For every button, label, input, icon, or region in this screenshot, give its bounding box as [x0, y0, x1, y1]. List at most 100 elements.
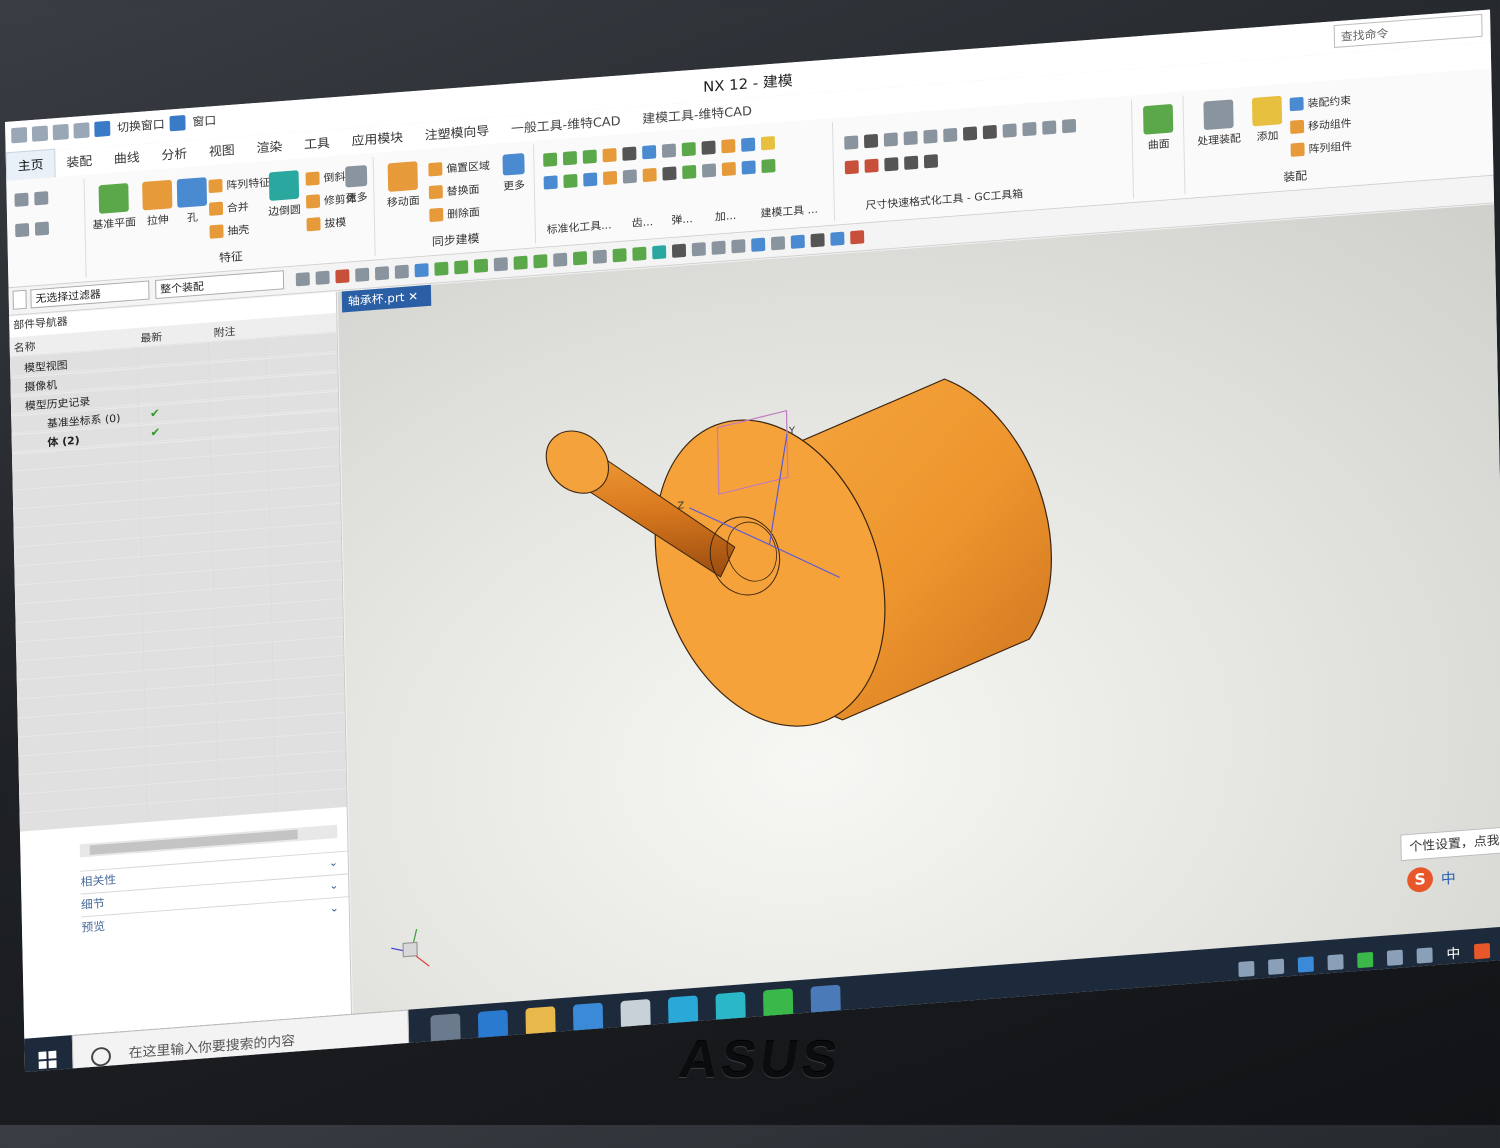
- model-tools-button[interactable]: 建模工具 ...: [760, 201, 818, 221]
- windows-start-icon[interactable]: [38, 1051, 56, 1069]
- file-explorer-icon[interactable]: [525, 1006, 555, 1037]
- snap-icon[interactable]: [533, 254, 547, 268]
- dimension-icon[interactable]: [844, 135, 858, 149]
- battery-icon[interactable]: [1387, 950, 1403, 966]
- dimension-icon[interactable]: [1022, 122, 1036, 136]
- snap-icon[interactable]: [454, 260, 468, 274]
- column-latest[interactable]: 最新: [140, 329, 162, 346]
- snap-icon[interactable]: [731, 239, 745, 253]
- dimension-icon[interactable]: [864, 134, 878, 148]
- snap-icon[interactable]: [593, 250, 607, 264]
- snap-icon[interactable]: [355, 268, 369, 282]
- people-icon[interactable]: [1238, 961, 1254, 977]
- tool-icon[interactable]: [544, 175, 558, 189]
- feature-more-button[interactable]: 更多: [341, 165, 372, 206]
- tool-icon[interactable]: [563, 174, 577, 188]
- dimension-icon[interactable]: [963, 126, 977, 140]
- tool-icon[interactable]: [583, 172, 597, 186]
- tool-icon[interactable]: [721, 139, 735, 153]
- snap-icon[interactable]: [771, 236, 785, 250]
- snap-icon[interactable]: [395, 265, 409, 279]
- snap-icon[interactable]: [375, 266, 389, 280]
- mail-icon[interactable]: [620, 999, 650, 1030]
- snap-icon[interactable]: [474, 259, 488, 273]
- rectangle-icon[interactable]: [14, 193, 28, 207]
- close-icon[interactable]: ✕: [408, 290, 418, 304]
- selection-filter-select[interactable]: 无选择过滤器: [30, 280, 149, 308]
- snap-icon[interactable]: [692, 242, 706, 256]
- tool-icon[interactable]: [642, 145, 656, 159]
- snap-icon[interactable]: [296, 272, 310, 286]
- bearing-cup-body[interactable]: [613, 368, 1055, 768]
- store-icon[interactable]: [573, 1003, 603, 1034]
- chevron-down-icon[interactable]: ⌄: [329, 875, 339, 897]
- input-language[interactable]: 中: [1446, 943, 1460, 963]
- tool-icon[interactable]: [662, 144, 676, 158]
- snap-icon[interactable]: [811, 233, 825, 247]
- snap-icon[interactable]: [672, 244, 686, 258]
- move-component-button[interactable]: 移动组件: [1290, 115, 1352, 135]
- tool-icon[interactable]: [662, 166, 676, 180]
- tool-icon[interactable]: [741, 138, 755, 152]
- snap-icon[interactable]: [850, 230, 864, 244]
- shell-button[interactable]: 抽壳: [209, 222, 249, 240]
- tool-icon[interactable]: [761, 136, 775, 150]
- edge-icon[interactable]: [478, 1010, 508, 1041]
- snap-icon[interactable]: [494, 257, 508, 271]
- dimension-icon[interactable]: [923, 129, 937, 143]
- app-tray-icon[interactable]: [1357, 952, 1373, 968]
- chevron-down-icon[interactable]: ⌄: [329, 852, 339, 874]
- tool-icon[interactable]: [622, 147, 636, 161]
- extrude-button[interactable]: 拉伸: [139, 180, 176, 229]
- tool-icon[interactable]: [742, 160, 756, 174]
- tool-icon[interactable]: [761, 159, 775, 173]
- dimension-icon[interactable]: [884, 132, 898, 146]
- datum-plane-button[interactable]: 基准平面: [92, 183, 137, 233]
- draft-button[interactable]: 拔模: [306, 214, 346, 232]
- snap-icon[interactable]: [830, 232, 844, 246]
- process-assembly-button[interactable]: 处理装配: [1191, 98, 1247, 149]
- snap-icon[interactable]: [632, 247, 646, 261]
- iqiyi-icon[interactable]: [763, 988, 793, 1019]
- dimension-icon[interactable]: [1042, 120, 1056, 134]
- browser-icon[interactable]: [715, 992, 745, 1023]
- offset-region-button[interactable]: 偏置区域: [428, 158, 490, 178]
- chevron-down-icon[interactable]: ⌄: [330, 898, 340, 920]
- menu-dropdown[interactable]: [13, 290, 27, 310]
- video-player-icon[interactable]: [668, 995, 698, 1026]
- snap-icon[interactable]: [553, 253, 567, 267]
- pattern-feature-button[interactable]: 阵列特征: [208, 174, 270, 194]
- edge-blend-button[interactable]: 边倒圆: [264, 170, 305, 220]
- gear-tools-button[interactable]: 齿...: [632, 214, 654, 231]
- spring-tools-button[interactable]: 弹...: [671, 211, 693, 228]
- task-view-icon[interactable]: [430, 1013, 460, 1044]
- unite-button[interactable]: 合并: [209, 199, 249, 217]
- replace-face-button[interactable]: 替换面: [429, 181, 480, 200]
- nx-app-icon[interactable]: [811, 985, 841, 1016]
- dimension-icon[interactable]: [1003, 123, 1017, 137]
- snap-icon[interactable]: [751, 238, 765, 252]
- move-face-button[interactable]: 移动面: [381, 161, 426, 211]
- dimension-icon[interactable]: [943, 128, 957, 142]
- tool-icon[interactable]: [702, 141, 716, 155]
- tolerance-icon[interactable]: [845, 160, 859, 174]
- snap-icon[interactable]: [791, 235, 805, 249]
- dimension-icon[interactable]: [983, 125, 997, 139]
- snap-icon[interactable]: [434, 262, 448, 276]
- column-name[interactable]: 名称: [14, 339, 36, 356]
- tool-icon[interactable]: [722, 162, 736, 176]
- column-note[interactable]: 附注: [214, 323, 236, 340]
- hole-button[interactable]: 孔: [177, 177, 208, 226]
- tool-icon[interactable]: [603, 171, 617, 185]
- sync-more-button[interactable]: 更多: [498, 153, 531, 194]
- volume-icon[interactable]: [1327, 954, 1343, 970]
- sogou-tray-icon[interactable]: [1474, 943, 1490, 959]
- standard-tools-button[interactable]: 标准化工具...: [547, 217, 612, 237]
- snap-icon[interactable]: [652, 245, 666, 259]
- tool-icon[interactable]: [563, 151, 577, 165]
- ime-mode[interactable]: 中: [1441, 867, 1456, 888]
- snap-icon[interactable]: [316, 271, 330, 285]
- pattern-component-button[interactable]: 阵列组件: [1291, 138, 1353, 158]
- add-component-button[interactable]: 添加: [1250, 96, 1285, 145]
- gc-toolbox-label[interactable]: 尺寸快速格式化工具 - GC工具箱: [865, 186, 1023, 213]
